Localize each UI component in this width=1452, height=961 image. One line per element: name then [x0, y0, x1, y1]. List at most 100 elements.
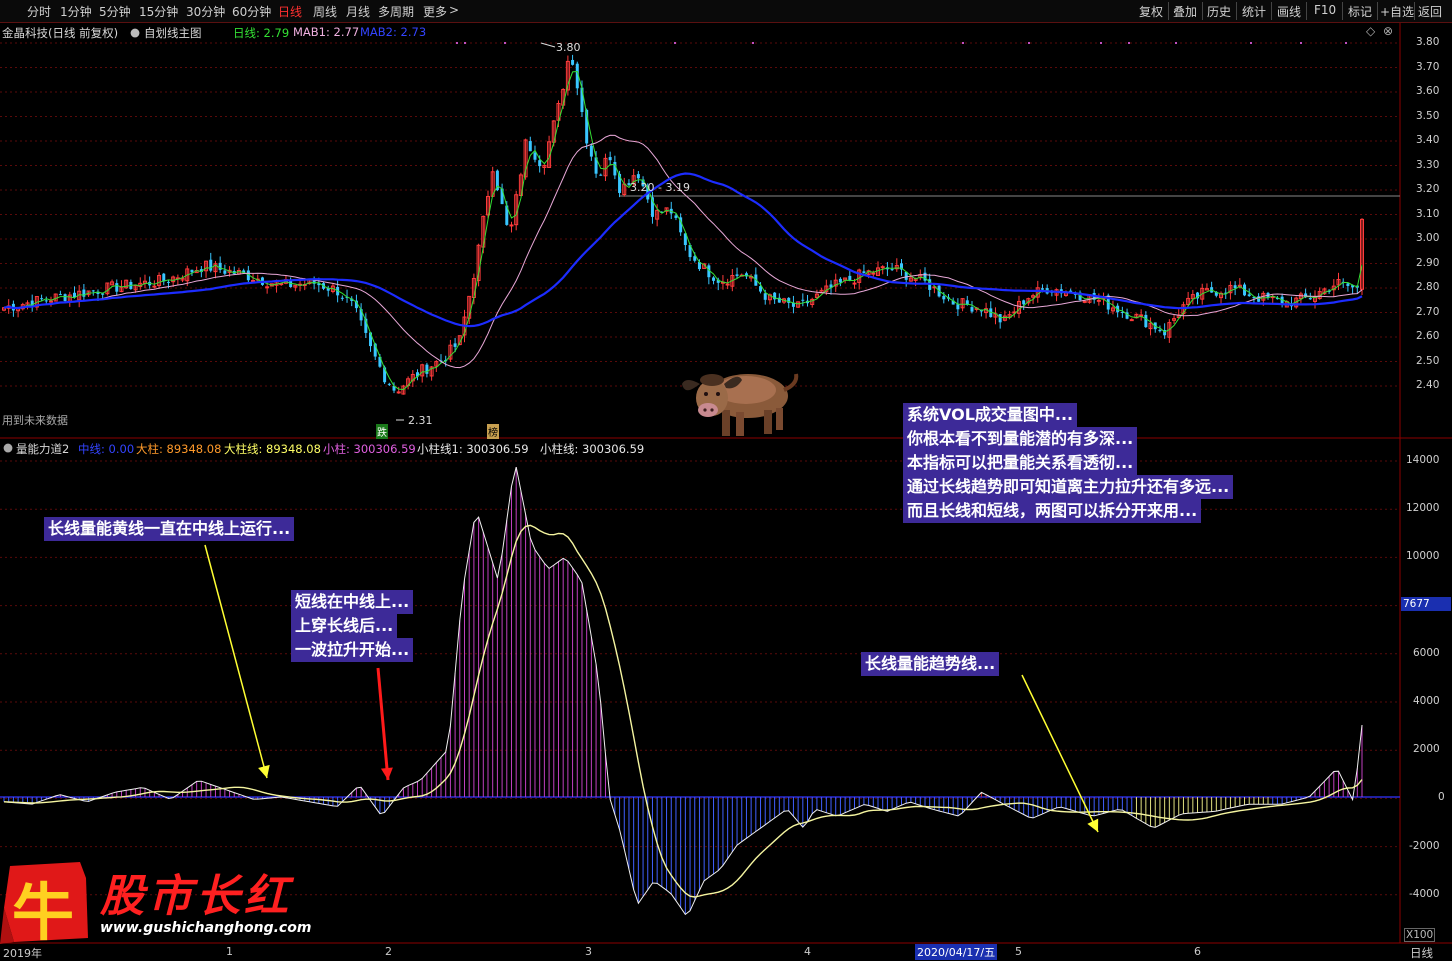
brand-logo: 牛 股市长红 www.gushichanghong.com: [0, 858, 311, 949]
arrow-head: [258, 764, 270, 778]
candle-body: [970, 307, 974, 312]
candle-body: [152, 285, 157, 288]
candle-body: [265, 286, 270, 289]
candle-body: [1233, 285, 1237, 289]
candle-body: [852, 282, 857, 285]
zhongxian-value: 中线: 0.00: [78, 442, 135, 456]
date-label: 5: [1015, 945, 1022, 958]
die-marker: 跌: [376, 424, 388, 439]
price-tick: 3.30: [1416, 158, 1440, 171]
bang-marker: 榜: [487, 424, 499, 439]
candle-body: [1040, 288, 1044, 290]
signal-dot: [962, 42, 964, 44]
dazhu-value: 大柱: 89348.08: [136, 442, 222, 456]
candle-body: [613, 162, 617, 176]
price-tick: 3.70: [1416, 60, 1440, 73]
logo-text: 股市长红: [100, 871, 292, 922]
volume-tick: 10000: [1406, 550, 1440, 563]
candle-body: [44, 300, 48, 302]
volume-scale: X100: [1404, 928, 1436, 942]
candle-body: [251, 280, 256, 283]
volume-tick: 12000: [1406, 502, 1440, 515]
candle-body: [571, 59, 575, 65]
candle-body: [387, 383, 391, 385]
mid-price-label: 3.20 - 3.19: [630, 181, 690, 194]
xiaozhu-value: 小柱: 300306.59: [323, 442, 416, 456]
price-tick: 2.40: [1416, 379, 1440, 391]
candle-body: [890, 269, 894, 271]
price-tick: 3.80: [1416, 36, 1440, 48]
candle-body: [589, 145, 593, 157]
candle-body: [63, 294, 67, 302]
candle-body: [279, 283, 284, 286]
annotation-short-line: 短线在中线上... 上穿长线后... 一波拉升开始...: [291, 590, 414, 662]
annotation-long-line: 长线量能黄线一直在中线上运行...: [44, 517, 295, 541]
mab1-line: [3, 134, 1363, 369]
period-label[interactable]: 日线: [1410, 945, 1433, 961]
candle-body: [1144, 314, 1148, 328]
volume-tick: 0: [1438, 791, 1445, 804]
price-tick: 2.60: [1416, 330, 1440, 342]
logo-url: www.gushichanghong.com: [100, 920, 312, 936]
candle-body: [735, 274, 739, 276]
candle-body: [340, 297, 344, 299]
signal-dot: [1100, 42, 1102, 44]
volume-tick: 14000: [1406, 454, 1440, 466]
future-data-note: 用到未来数据: [2, 414, 68, 427]
signal-dot: [752, 42, 754, 44]
signal-dot: [1028, 42, 1030, 44]
candle-body: [942, 296, 946, 300]
candle-body: [1346, 283, 1350, 286]
candle-body: [115, 283, 119, 292]
annotation-trend-line: 长线量能趋势线...: [861, 652, 1000, 676]
indicator-name[interactable]: 量能力道2: [16, 441, 69, 457]
price-tick: 2.50: [1416, 354, 1440, 367]
indicator-menu-icon[interactable]: ●: [3, 440, 13, 454]
candle-body: [40, 298, 44, 300]
candle-body: [838, 278, 842, 283]
candle-body: [101, 293, 105, 295]
high-pointer: [540, 42, 556, 48]
date-label: 3: [585, 945, 592, 958]
logo-char: 牛: [12, 876, 75, 949]
candle-body: [1158, 329, 1162, 332]
price-tick: 3.00: [1416, 232, 1440, 244]
xiaozhuxian-value: 小柱线: 300306.59: [540, 442, 645, 456]
annotation-explanation: 系统VOL成交量图中... 你根本看不到量能潜的有多深... 本指标可以把量能关…: [903, 403, 1234, 523]
candle-body: [712, 277, 716, 281]
candle-body: [58, 294, 62, 296]
annotation-arrow: [204, 544, 268, 779]
candle-body: [91, 290, 95, 292]
price-tick: 3.10: [1416, 207, 1440, 220]
volume-tick: 6000: [1413, 646, 1440, 659]
low-price-label: 2.31: [408, 414, 433, 427]
candle-body: [608, 157, 612, 161]
candle-body: [166, 281, 170, 283]
candle-body: [453, 343, 457, 347]
candle-body: [533, 152, 537, 160]
candle-body: [528, 141, 532, 152]
candle-body: [725, 283, 730, 286]
signal-dot: [1128, 42, 1130, 44]
dazhuxian-value: 大柱线: 89348.08: [224, 442, 321, 456]
signal-dot: [1345, 42, 1347, 44]
date-label: 2: [385, 945, 392, 958]
candle-body: [1096, 299, 1101, 302]
price-tick: 2.80: [1416, 281, 1440, 293]
signal-dot: [456, 42, 458, 44]
candle-body: [190, 269, 194, 273]
price-tick: 3.50: [1416, 109, 1440, 122]
candle-body: [48, 300, 53, 303]
candle-body: [396, 391, 401, 394]
price-volume-chart: [0, 23, 1452, 944]
arrow-head: [380, 767, 393, 780]
candle-body: [862, 271, 866, 274]
cursor-date-label: 2020/04/17/五: [915, 944, 998, 960]
candle-body: [223, 270, 227, 274]
candle-body: [538, 160, 542, 167]
signal-dot: [1250, 42, 1252, 44]
candle-body: [763, 293, 767, 300]
high-price-label: 3.80: [556, 41, 581, 54]
volume-tick: -2000: [1409, 839, 1440, 852]
volume-tick: 4000: [1413, 695, 1440, 707]
